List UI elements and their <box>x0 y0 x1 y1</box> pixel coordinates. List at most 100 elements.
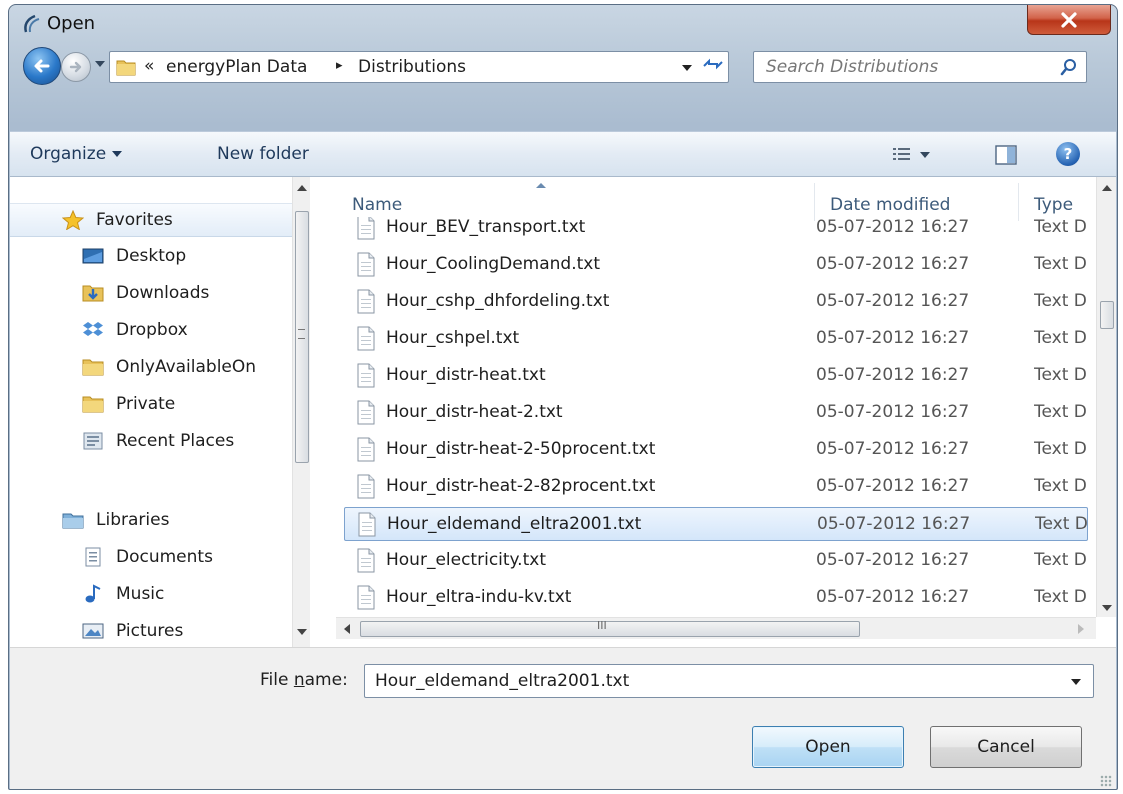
help-icon: ? <box>1063 145 1073 163</box>
text-file-icon <box>357 400 375 425</box>
file-list[interactable]: Name Date modified Type Hour_BEV_transpo… <box>336 177 1116 647</box>
nav-favorites[interactable]: Favorites <box>10 203 292 237</box>
file-name: Hour_eldemand_eltra2001.txt <box>387 514 642 534</box>
file-row[interactable]: Hour_BEV_transport.txt 05-07-2012 16:27 Te… <box>344 217 1088 245</box>
file-name: Hour_electricity.txt <box>386 550 546 570</box>
downloads-folder-icon <box>82 285 104 302</box>
scrollbar-thumb[interactable]: III <box>360 619 860 637</box>
address-overflow-chevron[interactable]: « <box>144 56 154 76</box>
text-file-icon <box>357 585 375 610</box>
file-row[interactable]: Hour_electricity.txt 05-07-2012 16:27 Text… <box>344 544 1088 578</box>
nav-item-pictures[interactable]: Pictures <box>10 614 290 647</box>
scrollbar-thumb[interactable] <box>1100 301 1114 329</box>
file-name: Hour_BEV_transport.txt <box>386 217 586 237</box>
nav-item-music[interactable]: Music <box>10 577 290 611</box>
nav-item-onlyavailableon[interactable]: OnlyAvailableOn <box>10 350 290 384</box>
file-date-modified: 05-07-2012 16:27 <box>817 514 971 534</box>
star-icon <box>62 210 84 230</box>
nav-item-label: Desktop <box>116 246 187 266</box>
nav-item-documents[interactable]: Documents <box>10 540 290 574</box>
back-button[interactable] <box>23 47 61 85</box>
scrollbar-grip: III <box>597 619 607 632</box>
scroll-up-arrow-icon[interactable] <box>1102 185 1112 191</box>
address-bar[interactable]: « energyPlan Data ▸ Distributions <box>109 51 729 83</box>
details-view-icon <box>893 148 910 160</box>
file-row[interactable]: Hour_cshpel.txt 05-07-2012 16:27 Text D <box>344 322 1088 356</box>
file-name-combobox[interactable]: Hour_eldemand_eltra2001.txt <box>364 664 1094 698</box>
file-name-input[interactable]: Hour_eldemand_eltra2001.txt <box>375 671 629 691</box>
forward-button[interactable] <box>61 52 91 82</box>
column-header-name[interactable]: Name <box>352 195 402 215</box>
search-icon[interactable] <box>1060 58 1078 76</box>
file-row[interactable]: Hour_eltra-indu-kv.txt 05-07-2012 16:27 Te… <box>344 581 1088 615</box>
sort-ascending-icon <box>536 183 546 188</box>
scroll-right-arrow-icon[interactable] <box>1078 624 1084 634</box>
navigation-pane-scrollbar[interactable] <box>292 177 310 647</box>
column-header-date-modified[interactable]: Date modified <box>830 195 950 215</box>
preview-pane-icon[interactable] <box>994 144 1018 166</box>
address-dropdown-arrow[interactable] <box>682 65 692 71</box>
file-type: Text D <box>1034 402 1087 422</box>
search-box[interactable]: Search Distributions <box>753 51 1087 83</box>
file-date-modified: 05-07-2012 16:27 <box>816 587 970 607</box>
close-button[interactable] <box>1027 5 1111 35</box>
nav-item-label: Documents <box>116 547 213 567</box>
file-type: Text D <box>1034 217 1087 237</box>
nav-item-desktop[interactable]: Desktop <box>10 239 290 273</box>
nav-item-label: Private <box>116 394 176 414</box>
file-type: Text D <box>1034 254 1087 274</box>
help-button[interactable]: ? <box>1056 142 1080 166</box>
file-row[interactable]: Hour_distr-heat-2-50procent.txt 05-07-201… <box>344 433 1088 467</box>
nav-item-dropbox[interactable]: Dropbox <box>10 313 290 347</box>
nav-item-downloads[interactable]: Downloads <box>10 276 290 310</box>
search-input[interactable]: Search Distributions <box>766 57 938 77</box>
file-row[interactable]: Hour_cshp_dhfordeling.txt 05-07-2012 16:2… <box>344 285 1088 319</box>
nav-item-private[interactable]: Private <box>10 387 290 421</box>
recent-pages-dropdown[interactable] <box>95 61 105 67</box>
navigation-pane[interactable]: Favorites Desktop Downloads Dropbox Only… <box>10 177 310 647</box>
scroll-down-arrow-icon[interactable] <box>1102 605 1112 611</box>
file-date-modified: 05-07-2012 16:27 <box>816 550 970 570</box>
file-row[interactable]: Hour_distr-heat.txt 05-07-2012 16:27 Text … <box>344 359 1088 393</box>
file-list-vertical-scrollbar[interactable] <box>1096 177 1116 617</box>
breadcrumb-distributions[interactable]: Distributions <box>358 57 466 77</box>
column-header-type[interactable]: Type <box>1034 195 1073 215</box>
new-folder-button[interactable]: New folder <box>217 144 309 164</box>
column-divider[interactable] <box>1018 183 1019 221</box>
browser-area: Favorites Desktop Downloads Dropbox Only… <box>10 177 1116 647</box>
file-date-modified: 05-07-2012 16:27 <box>816 254 970 274</box>
nav-libraries[interactable]: Libraries <box>10 503 290 537</box>
nav-favorites-label: Favorites <box>96 210 173 230</box>
file-name-label: File name: <box>260 670 348 690</box>
pictures-icon <box>82 623 104 639</box>
scroll-down-arrow-icon[interactable] <box>297 629 307 635</box>
resize-grip[interactable] <box>1100 775 1112 787</box>
column-divider[interactable] <box>814 183 815 221</box>
file-type: Text D <box>1034 439 1087 459</box>
chevron-down-icon[interactable] <box>1071 679 1081 685</box>
file-row[interactable]: Hour_eldemand_eltra2001.txt 05-07-2012 16… <box>344 507 1088 541</box>
cancel-button[interactable]: Cancel <box>930 726 1082 768</box>
file-row[interactable]: Hour_distr-heat-2-82procent.txt 05-07-201… <box>344 470 1088 504</box>
nav-item-recent-places[interactable]: Recent Places <box>10 424 290 458</box>
open-button[interactable]: Open <box>752 726 904 768</box>
file-type: Text D <box>1034 550 1087 570</box>
file-date-modified: 05-07-2012 16:27 <box>816 476 970 496</box>
file-name: Hour_eltra-indu-kv.txt <box>386 587 572 607</box>
file-name: Hour_distr-heat-2.txt <box>386 402 563 422</box>
nav-item-label: Recent Places <box>116 431 235 451</box>
text-file-icon <box>357 326 375 351</box>
file-list-horizontal-scrollbar[interactable]: III <box>336 617 1096 639</box>
scroll-left-arrow-icon[interactable] <box>344 624 350 634</box>
breadcrumb-energyplan-data[interactable]: energyPlan Data <box>166 57 307 77</box>
text-file-icon <box>358 512 376 537</box>
organize-button[interactable]: Organize <box>30 144 123 164</box>
change-view-button[interactable] <box>892 144 952 166</box>
scroll-up-arrow-icon[interactable] <box>297 185 307 191</box>
breadcrumb-separator[interactable]: ▸ <box>336 58 343 73</box>
text-file-icon <box>357 474 375 499</box>
file-row[interactable]: Hour_CoolingDemand.txt 05-07-2012 16:27 Te… <box>344 248 1088 282</box>
file-name-label-part: File <box>260 670 294 690</box>
refresh-button[interactable] <box>700 55 726 79</box>
file-row[interactable]: Hour_distr-heat-2.txt 05-07-2012 16:27 Tex… <box>344 396 1088 430</box>
